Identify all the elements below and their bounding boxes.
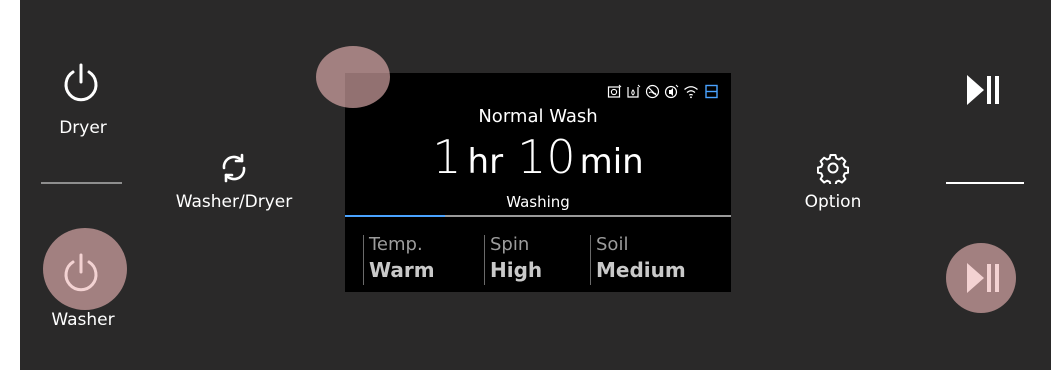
- setting-soil-value: Medium: [596, 258, 686, 282]
- option-label: Option: [804, 192, 862, 212]
- settings-separator: [363, 235, 364, 285]
- power-icon: [64, 63, 98, 102]
- setting-spin-value: High: [490, 258, 543, 282]
- setting-temp-value: Warm: [369, 258, 435, 282]
- option-button[interactable]: Option: [796, 152, 870, 216]
- dryer-label: Dryer: [59, 118, 107, 138]
- child-lock-icon: [705, 84, 718, 99]
- washer-start-pause-button[interactable]: [962, 258, 1006, 298]
- bubble-soak-icon: [627, 84, 641, 98]
- no-rinse-icon: [645, 84, 660, 99]
- setting-temp-label: Temp.: [369, 234, 423, 255]
- left-divider: [41, 182, 122, 184]
- washer-label: Washer: [51, 310, 115, 330]
- settings-separator: [484, 235, 485, 285]
- time-minutes-unit: min: [579, 142, 644, 182]
- play-pause-icon: [967, 263, 999, 293]
- washer-power-button[interactable]: Washer: [51, 250, 115, 335]
- washer-dryer-switch-button[interactable]: Washer/Dryer: [172, 150, 296, 216]
- time-hours-unit: hr: [467, 142, 504, 182]
- cycle-status: Washing: [506, 193, 570, 211]
- progress-fill: [345, 215, 446, 217]
- play-pause-icon: [967, 75, 999, 105]
- setting-temp: Temp. Warm: [369, 234, 435, 282]
- refresh-icon: [222, 153, 246, 183]
- gear-icon: [817, 154, 849, 184]
- time-minutes: 10: [517, 130, 576, 184]
- sound-icon: [664, 84, 679, 99]
- dryer-power-button[interactable]: Dryer: [55, 60, 111, 148]
- right-divider: [946, 182, 1024, 184]
- steam-icon: [607, 84, 622, 98]
- wifi-icon: [684, 86, 698, 99]
- setting-spin: Spin High: [490, 234, 542, 282]
- setting-soil: Soil Medium: [596, 234, 686, 282]
- setting-spin-label: Spin: [490, 234, 530, 255]
- dryer-start-pause-button[interactable]: [962, 70, 1006, 110]
- setting-soil-label: Soil: [596, 234, 629, 255]
- program-name: Normal Wash: [478, 106, 598, 127]
- display-screen: Normal Wash 1 hr 10 min Washing Temp. Warm …: [345, 73, 731, 292]
- washer-dryer-label: Washer/Dryer: [175, 192, 293, 212]
- settings-separator: [590, 235, 591, 285]
- time-hours: 1: [432, 130, 462, 184]
- status-icons-bar: [607, 83, 725, 101]
- power-icon: [64, 253, 98, 292]
- remaining-time: 1 hr 10 min: [345, 130, 731, 184]
